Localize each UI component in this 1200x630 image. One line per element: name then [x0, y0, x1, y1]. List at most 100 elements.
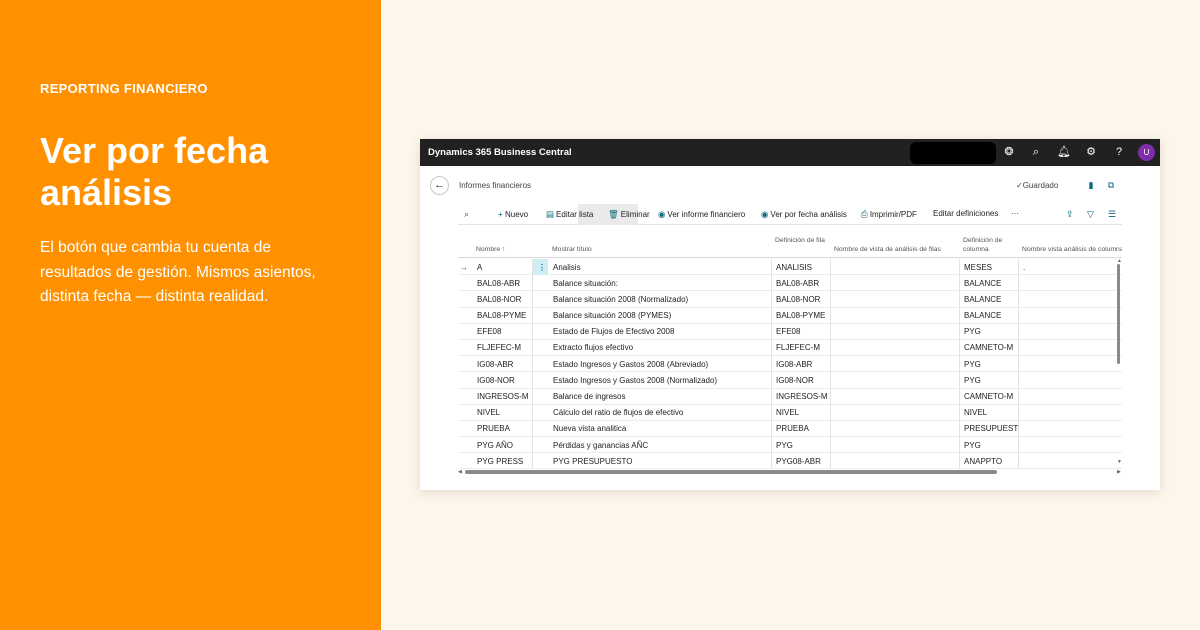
- back-button[interactable]: ←: [430, 176, 449, 195]
- cell-titulo: Balance situación 2008 (Normalizado): [553, 294, 689, 304]
- plus-icon: +: [498, 209, 503, 219]
- cell-nombre[interactable]: IG08-NOR: [477, 376, 515, 385]
- cell-titulo: Pérdidas y ganancias AÑC: [553, 440, 649, 450]
- table-body: → ⋮ A Analisis ANALISIS MESES. BAL08-ABR Balanc…: [458, 259, 1122, 470]
- cell-nombre[interactable]: EFE08: [477, 327, 501, 336]
- cell-def-columna: PYG: [964, 359, 981, 369]
- cell-titulo: Nueva vista analitica: [553, 424, 627, 434]
- table-row[interactable]: IG08-ABR Estado Ingresos y Gastos 2008 (A…: [458, 356, 1122, 373]
- body-text: El botón que cambia tu cuenta de resulta…: [40, 239, 316, 305]
- cell-nombre[interactable]: NIVEL: [477, 408, 500, 417]
- cell-titulo: Estado Ingresos y Gastos 2008 (Normaliza…: [553, 375, 718, 385]
- col-vista-columnas[interactable]: Nombre vista análisis de columnas: [1022, 246, 1122, 255]
- col-titulo[interactable]: Mostrar título: [552, 246, 592, 255]
- table-row[interactable]: BAL08-ABR Balance situación: BAL08-ABR BALA…: [458, 275, 1122, 292]
- cell-titulo: Extracto flujos efectivo: [553, 343, 634, 353]
- cell-nombre[interactable]: BAL08-ABR: [477, 279, 520, 288]
- filter-icon[interactable]: ▽: [1087, 209, 1094, 220]
- cell-def-columna: BALANCE: [964, 278, 1002, 288]
- cell-def-columna: CAMNETO-M: [964, 392, 1014, 401]
- table-row[interactable]: BAL08-PYME Balance situación 2008 (PYMES)…: [458, 307, 1122, 324]
- cell-def-columna: CAMNETO-M: [964, 343, 1014, 353]
- horizontal-scrollbar[interactable]: [465, 470, 997, 474]
- table-row[interactable]: PYG AÑO Pérdidas y ganancias AÑC PYG PYG: [458, 437, 1122, 454]
- cell-def-fila: PRUEBA: [776, 424, 809, 434]
- edit-definitions-button[interactable]: Editar definiciones: [933, 209, 998, 218]
- more-actions-button[interactable]: ···: [1011, 209, 1019, 218]
- open-new-window-icon[interactable]: ⧉: [1106, 180, 1116, 190]
- cell-def-fila: ANALISIS: [776, 262, 813, 272]
- eyebrow-label: REPORTING FINANCIERO: [40, 81, 208, 96]
- scroll-down-icon[interactable]: ▼: [1117, 459, 1122, 465]
- col-def-fila[interactable]: Definición de fila: [775, 237, 825, 246]
- edit-list-button[interactable]: ▤ Editar lista: [546, 209, 593, 220]
- table-row[interactable]: → ⋮ A Analisis ANALISIS MESES.: [458, 259, 1122, 276]
- cell-titulo: Analisis: [553, 262, 581, 272]
- cell-titulo: Balance situación 2008 (PYMES): [553, 311, 672, 321]
- cell-def-columna: PYG: [964, 440, 981, 450]
- cell-nombre[interactable]: PYG PRESS: [477, 457, 523, 466]
- cell-nombre[interactable]: BAL08-NOR: [477, 295, 521, 304]
- table-row[interactable]: BAL08-NOR Balance situación 2008 (Normali…: [458, 291, 1122, 308]
- cell-titulo: PYG PRESUPUESTO: [553, 456, 633, 466]
- share-icon[interactable]: ⇪: [1066, 209, 1074, 220]
- search-list-icon[interactable]: ⌕: [464, 209, 469, 220]
- cell-nombre[interactable]: A: [477, 263, 482, 272]
- cell-def-columna: BALANCE: [964, 311, 1002, 321]
- table-row[interactable]: EFE08 Estado de Flujos de Efectivo 2008 EF…: [458, 323, 1122, 340]
- row-actions-icon[interactable]: ⋮: [538, 263, 546, 272]
- scroll-right-icon[interactable]: ▶: [1117, 469, 1121, 475]
- cell-nombre[interactable]: BAL08-PYME: [477, 311, 526, 320]
- table-row[interactable]: NIVEL Cálculo del ratio de flujos de efec…: [458, 404, 1122, 421]
- app-topbar: Dynamics 365 Business Central ❂ ⌕ 🔔︎ ⚙ ?…: [420, 139, 1160, 166]
- col-nombre[interactable]: Nombre ↑: [476, 246, 505, 255]
- help-icon[interactable]: ?: [1112, 145, 1126, 159]
- cell-def-fila: FLJEFEC-M: [776, 343, 820, 353]
- table-row[interactable]: PYG PRESS PYG PRESUPUESTO PYG08-ABR ANAPPTO: [458, 453, 1122, 470]
- cell-nombre[interactable]: PYG AÑO: [477, 441, 513, 450]
- table-row[interactable]: INGRESOS-M Balance de ingresos INGRESOS-M C…: [458, 388, 1122, 405]
- cell-titulo: Balance situación:: [553, 278, 618, 288]
- col-vista-filas[interactable]: Nombre de vista de análisis de filas: [834, 246, 941, 255]
- gear-icon[interactable]: ⚙: [1084, 145, 1098, 159]
- cell-titulo: Estado Ingresos y Gastos 2008 (Abreviado…: [553, 359, 709, 369]
- view-report-button[interactable]: ◉ Ver informe financiero: [658, 209, 745, 220]
- cell-def-fila: BAL08-NOR: [776, 294, 821, 304]
- printer-icon: ⎙: [861, 209, 868, 219]
- print-button[interactable]: ⎙ Imprimir/PDF: [861, 209, 917, 220]
- search-icon[interactable]: ⌕: [1029, 145, 1043, 159]
- col-def-columna[interactable]: Definición de columna: [963, 237, 1013, 254]
- cell-def-fila: INGRESOS-M: [776, 392, 828, 401]
- bookmark-icon[interactable]: ▮: [1086, 180, 1096, 190]
- bell-icon[interactable]: 🔔︎: [1057, 145, 1071, 159]
- cell-nombre[interactable]: INGRESOS-M: [477, 392, 529, 401]
- cell-def-fila: NIVEL: [776, 408, 800, 418]
- page-header: ← Informes financieros ✓Guardado ▮ ⧉: [420, 166, 1160, 206]
- cell-def-columna: ANAPPTO: [964, 456, 1003, 466]
- action-bar: ⌕ + Nuevo ▤ Editar lista 🗑︎ Eliminar ◉ Ver i…: [458, 203, 1122, 225]
- cell-def-columna: PYG: [964, 327, 981, 337]
- scroll-left-icon[interactable]: ◀: [458, 469, 462, 475]
- edit-list-icon: ▤: [546, 209, 555, 219]
- list-view-icon[interactable]: ☰: [1108, 209, 1116, 220]
- app-title: Dynamics 365 Business Central: [428, 147, 572, 158]
- vertical-scrollbar[interactable]: [1117, 264, 1120, 364]
- copilot-icon[interactable]: ❂: [1002, 145, 1016, 159]
- cell-nombre[interactable]: PRUEBA: [477, 424, 510, 433]
- new-button[interactable]: + Nuevo: [498, 209, 528, 219]
- cell-titulo: Estado de Flujos de Efectivo 2008: [553, 327, 675, 337]
- avatar[interactable]: U: [1138, 144, 1155, 161]
- table-row[interactable]: PRUEBA Nueva vista analitica PRUEBA PRESUPU…: [458, 420, 1122, 438]
- eye-icon: ◉: [658, 209, 666, 219]
- cell-nombre[interactable]: IG08-ABR: [477, 360, 513, 369]
- table-header: Nombre ↑ Mostrar título Definición de fi…: [458, 231, 1122, 258]
- cell-titulo: Balance de ingresos: [553, 392, 626, 401]
- delete-button[interactable]: 🗑︎ Eliminar: [608, 209, 650, 220]
- view-by-date-button[interactable]: ◉ Ver por fecha análisis: [761, 209, 847, 220]
- cell-titulo: Cálculo del ratio de flujos de efectivo: [553, 408, 684, 418]
- cell-nombre[interactable]: FLJEFEC-M: [477, 343, 521, 352]
- cell-def-fila: IG08-NOR: [776, 375, 814, 385]
- cell-vista-columnas: .: [1023, 262, 1026, 272]
- table-row[interactable]: IG08-NOR Estado Ingresos y Gastos 2008 (N…: [458, 372, 1122, 389]
- table-row[interactable]: FLJEFEC-M Extracto flujos efectivo FLJEFEC…: [458, 339, 1122, 357]
